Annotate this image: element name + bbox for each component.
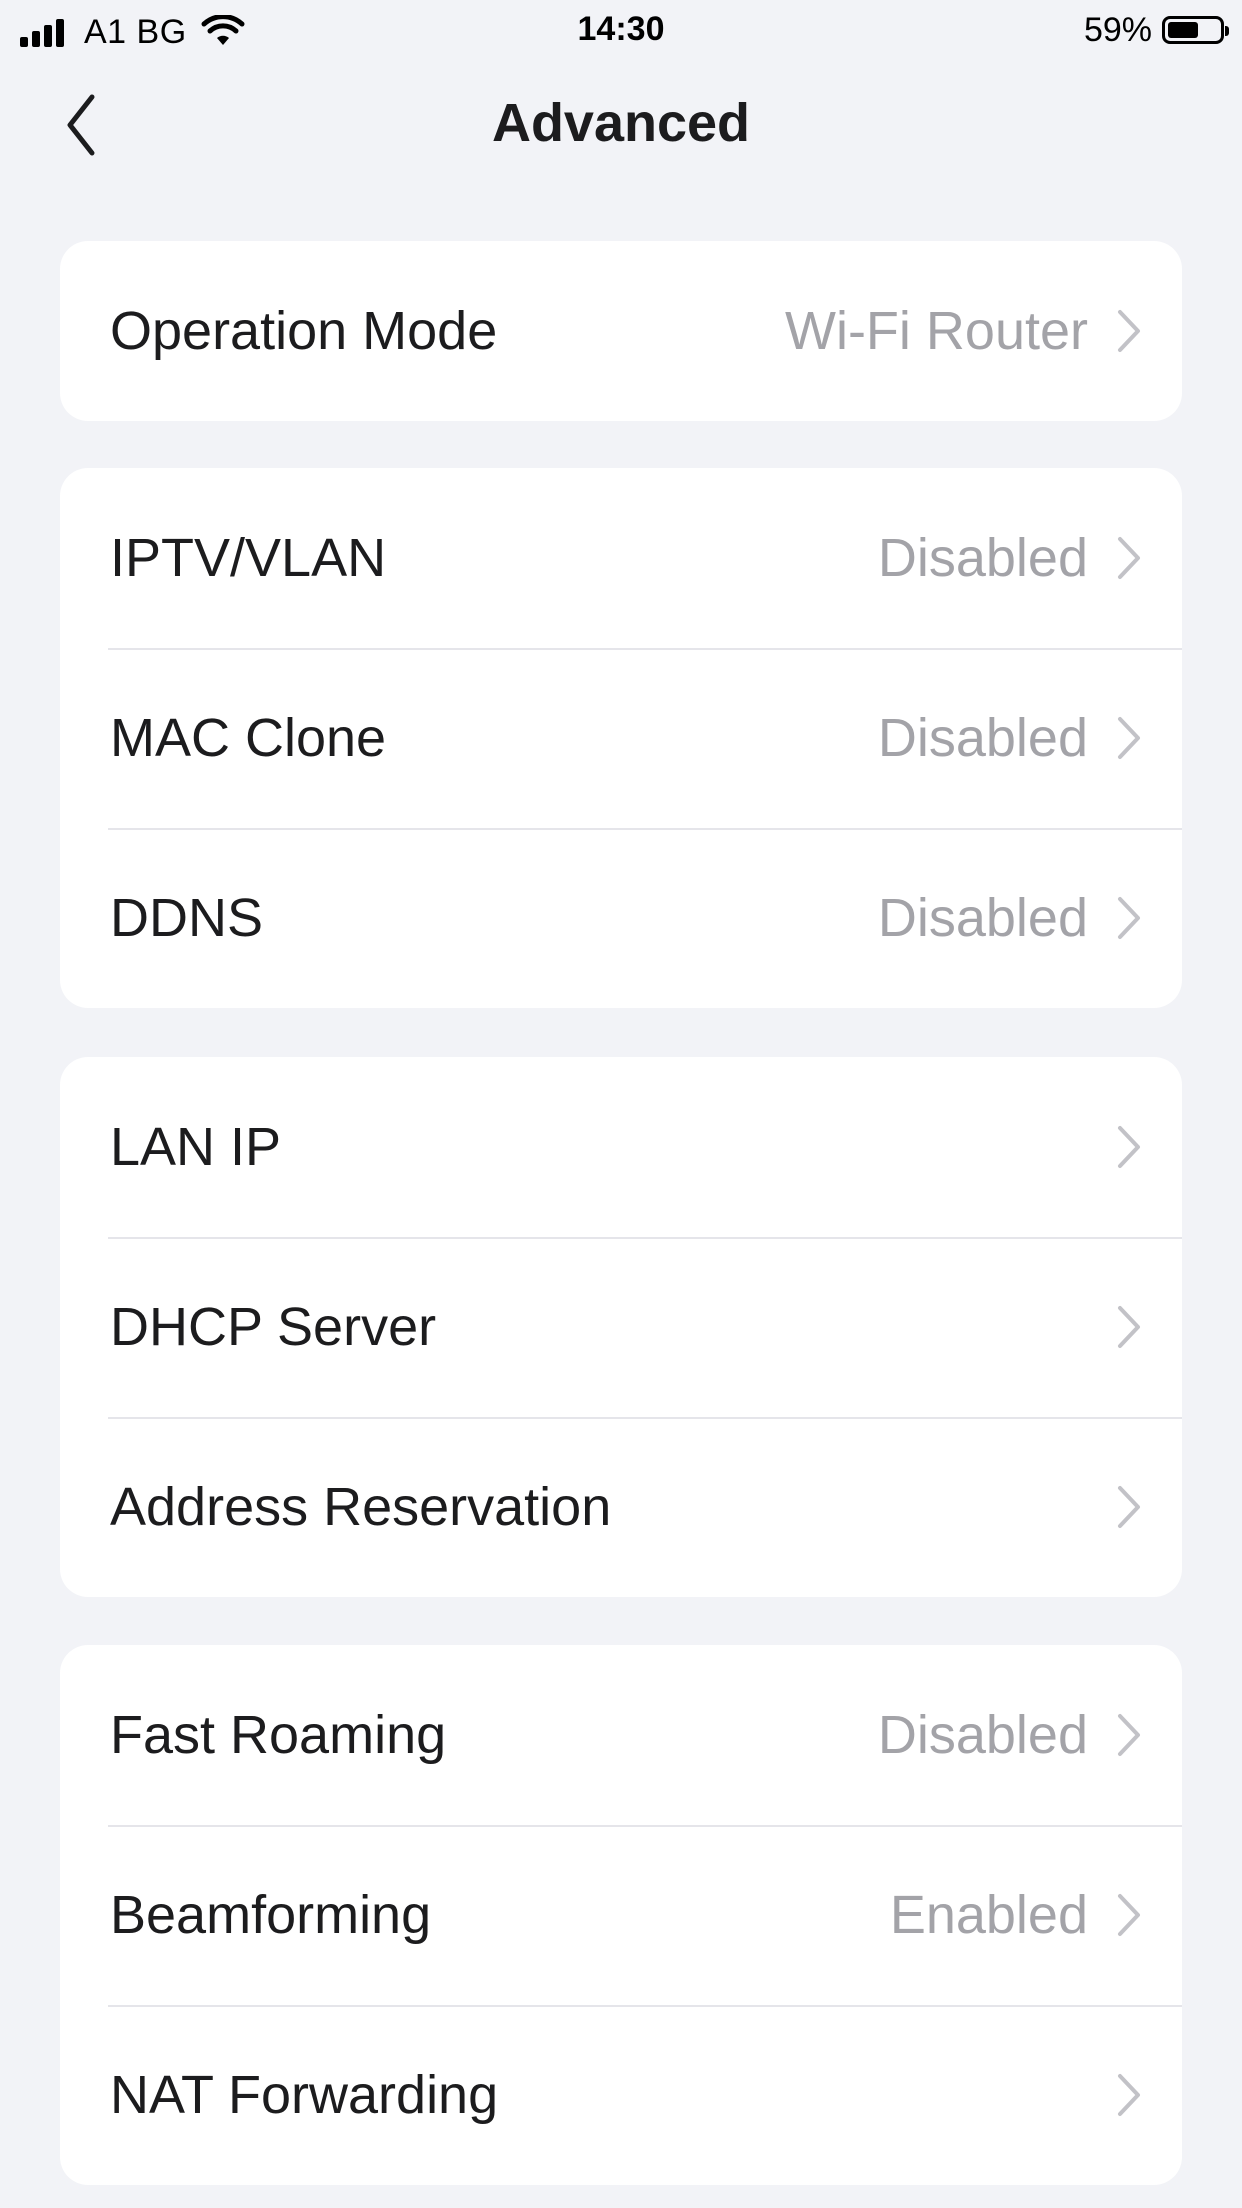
row-mac-clone[interactable]: MAC Clone Disabled [60, 648, 1182, 828]
settings-group-mode: Operation Mode Wi-Fi Router [60, 241, 1182, 421]
row-label: DHCP Server [110, 1297, 437, 1357]
row-value: Disabled [877, 528, 1088, 588]
settings-group-network: IPTV/VLAN Disabled MAC Clone Disabled DD… [60, 468, 1182, 1008]
chevron-right-icon [1118, 1126, 1140, 1168]
row-label: Operation Mode [110, 301, 498, 361]
settings-group-wireless: Fast Roaming Disabled Beamforming Enable… [60, 1645, 1182, 2185]
row-label: Address Reservation [110, 1477, 612, 1537]
row-value: Enabled [889, 1885, 1088, 1945]
chevron-right-icon [1118, 1306, 1140, 1348]
row-label: IPTV/VLAN [110, 528, 387, 588]
row-label: LAN IP [110, 1117, 282, 1177]
battery-icon [1162, 16, 1229, 44]
status-bar: A1 BG 14:30 59% [0, 0, 1242, 62]
row-nat-forwarding[interactable]: NAT Forwarding [60, 2005, 1182, 2185]
row-label: Beamforming [110, 1885, 432, 1945]
row-value: Disabled [877, 1705, 1088, 1765]
chevron-right-icon [1118, 310, 1140, 352]
chevron-right-icon [1118, 2074, 1140, 2116]
chevron-right-icon [1118, 1486, 1140, 1528]
row-operation-mode[interactable]: Operation Mode Wi-Fi Router [60, 241, 1182, 421]
chevron-right-icon [1118, 717, 1140, 759]
row-ddns[interactable]: DDNS Disabled [60, 828, 1182, 1008]
row-label: Fast Roaming [110, 1705, 447, 1765]
battery-percent: 59% [1083, 10, 1152, 49]
chevron-right-icon [1118, 1894, 1140, 1936]
row-iptv-vlan[interactable]: IPTV/VLAN Disabled [60, 468, 1182, 648]
status-time: 14:30 [577, 10, 665, 48]
row-label: DDNS [110, 888, 264, 948]
row-fast-roaming[interactable]: Fast Roaming Disabled [60, 1645, 1182, 1825]
row-value: Disabled [877, 888, 1088, 948]
row-dhcp-server[interactable]: DHCP Server [60, 1237, 1182, 1417]
status-right: 59% [1083, 10, 1229, 50]
chevron-right-icon [1118, 1714, 1140, 1756]
row-lan-ip[interactable]: LAN IP [60, 1057, 1182, 1237]
row-value: Disabled [877, 708, 1088, 768]
chevron-right-icon [1118, 897, 1140, 939]
row-address-reservation[interactable]: Address Reservation [60, 1417, 1182, 1597]
battery-fill [1168, 22, 1198, 38]
row-label: NAT Forwarding [110, 2065, 499, 2125]
chevron-right-icon [1118, 537, 1140, 579]
nav-header: Advanced [0, 62, 1242, 188]
row-label: MAC Clone [110, 708, 387, 768]
row-beamforming[interactable]: Beamforming Enabled [60, 1825, 1182, 2005]
settings-group-lan: LAN IP DHCP Server Address Reservation [60, 1057, 1182, 1597]
row-value: Wi-Fi Router [784, 301, 1088, 361]
page-title: Advanced [491, 93, 751, 153]
